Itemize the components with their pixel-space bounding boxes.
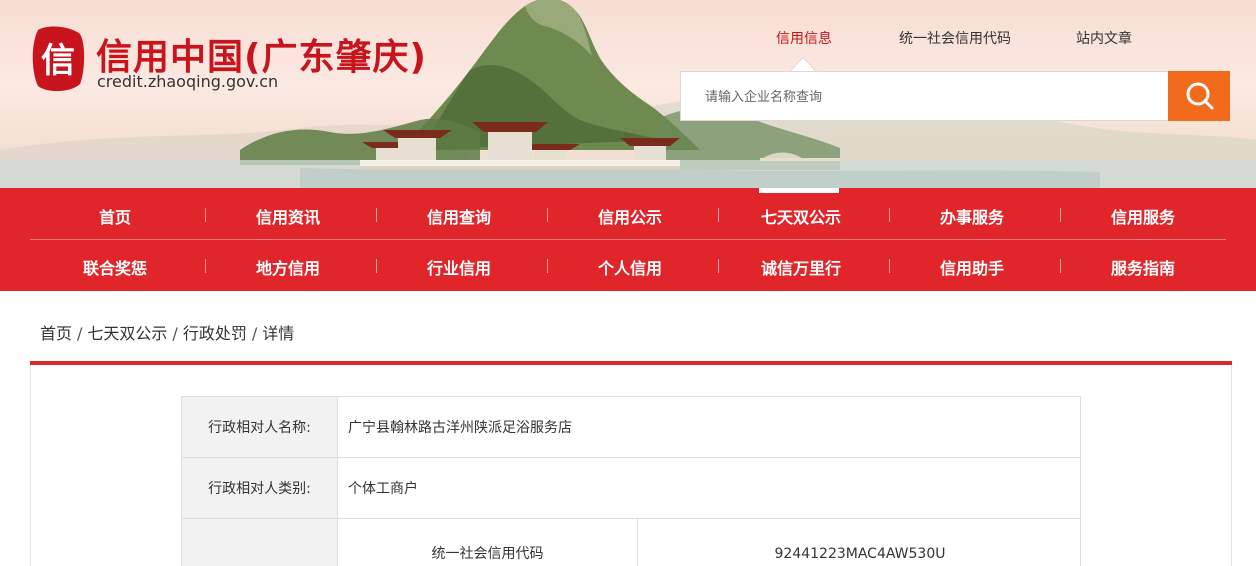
nav-item-credit-services[interactable]: 信用服务	[1083, 204, 1203, 228]
nav-item-local-credit[interactable]: 地方信用	[228, 255, 348, 279]
nav-item-credit-news[interactable]: 信用资讯	[228, 204, 348, 228]
table-row: 行政相对人名称: 广宁县翰林路古洋州陕派足浴服务店	[181, 396, 1081, 458]
site-header: 信 信用中国(广东肇庆) credit.zhaoqing.gov.cn 信用信息…	[0, 0, 1256, 190]
sub-label-credit-code: 统一社会信用代码	[338, 519, 638, 566]
seal-logo-text: 信	[41, 41, 75, 81]
breadcrumb-admin-penalty[interactable]: 行政处罚	[183, 324, 247, 343]
nav-item-joint-rewards[interactable]: 联合奖惩	[55, 255, 175, 279]
sub-value-credit-code: 92441223MAC4AW530U	[774, 546, 946, 562]
nav-item-home[interactable]: 首页	[55, 204, 175, 228]
search-icon	[1186, 82, 1214, 110]
nav-separator	[718, 259, 719, 273]
nav-separator	[547, 208, 548, 222]
breadcrumb-home[interactable]: 首页	[40, 324, 72, 343]
nav-item-credit-publicity[interactable]: 信用公示	[570, 204, 690, 228]
nav-separator	[376, 208, 377, 222]
nav-row-divider	[30, 239, 1226, 240]
main-nav: 首页 信用资讯 信用查询 信用公示 七天双公示 办事服务 信用服务 联合奖惩 地…	[0, 188, 1256, 291]
row-label-subject-name: 行政相对人名称:	[181, 396, 338, 458]
nav-item-services[interactable]: 办事服务	[912, 204, 1032, 228]
search-input[interactable]	[705, 86, 1145, 108]
nav-item-credit-query[interactable]: 信用查询	[399, 204, 519, 228]
breadcrumb-seven-day-publicity[interactable]: 七天双公示	[87, 324, 167, 343]
search-caret	[790, 58, 816, 72]
nav-item-seven-day-publicity[interactable]: 七天双公示	[741, 204, 861, 228]
breadcrumb-separator: /	[77, 324, 83, 343]
breadcrumb-separator: /	[251, 324, 258, 343]
detail-table: 行政相对人名称: 广宁县翰林路古洋州陕派足浴服务店 行政相对人类别: 个体工商户…	[181, 396, 1081, 566]
nav-item-personal-credit[interactable]: 个人信用	[570, 255, 690, 279]
topnav-item-credit-code[interactable]: 统一社会信用代码	[899, 28, 1011, 48]
nav-separator	[547, 259, 548, 273]
nav-separator	[1060, 208, 1061, 222]
search-button[interactable]	[1168, 71, 1230, 121]
nav-item-integrity-journey[interactable]: 诚信万里行	[741, 255, 861, 279]
panel-top-accent	[30, 361, 1232, 365]
row-value-subject-type: 个体工商户	[337, 457, 1081, 519]
row-label-identifiers	[181, 518, 338, 566]
page: 信 信用中国(广东肇庆) credit.zhaoqing.gov.cn 信用信息…	[0, 0, 1256, 566]
nav-separator	[718, 208, 719, 222]
seal-logo-icon: 信	[32, 26, 85, 92]
nav-separator	[889, 208, 890, 222]
nav-separator	[205, 208, 206, 222]
breadcrumb: 首页 / 七天双公示 / 行政处罚 / 详情	[40, 320, 294, 344]
nav-separator	[1060, 259, 1061, 273]
breadcrumb-separator: /	[172, 324, 178, 343]
topnav-item-credit-info[interactable]: 信用信息	[776, 28, 832, 48]
nav-separator	[889, 259, 890, 273]
nav-item-industry-credit[interactable]: 行业信用	[399, 255, 519, 279]
table-row: 统一社会信用代码 92441223MAC4AW530U	[181, 518, 1081, 566]
row-label-subject-type: 行政相对人类别:	[181, 457, 338, 519]
row-value-subject-name: 广宁县翰林路古洋州陕派足浴服务店	[337, 396, 1081, 458]
top-nav: 信用信息 统一社会信用代码 站内文章	[730, 28, 1200, 48]
nav-active-indicator	[759, 188, 839, 193]
identifier-subrow: 统一社会信用代码 92441223MAC4AW530U	[338, 519, 1080, 566]
breadcrumb-current: 详情	[262, 324, 295, 343]
topnav-item-articles[interactable]: 站内文章	[1076, 28, 1132, 48]
search-box	[680, 71, 1170, 121]
site-url: credit.zhaoqing.gov.cn	[97, 72, 279, 91]
nav-item-credit-assistant[interactable]: 信用助手	[912, 255, 1032, 279]
row-value-identifiers: 统一社会信用代码 92441223MAC4AW530U	[337, 518, 1081, 566]
nav-separator	[205, 259, 206, 273]
table-row: 行政相对人类别: 个体工商户	[181, 457, 1081, 519]
nav-item-service-guide[interactable]: 服务指南	[1083, 255, 1203, 279]
nav-separator	[376, 259, 377, 273]
